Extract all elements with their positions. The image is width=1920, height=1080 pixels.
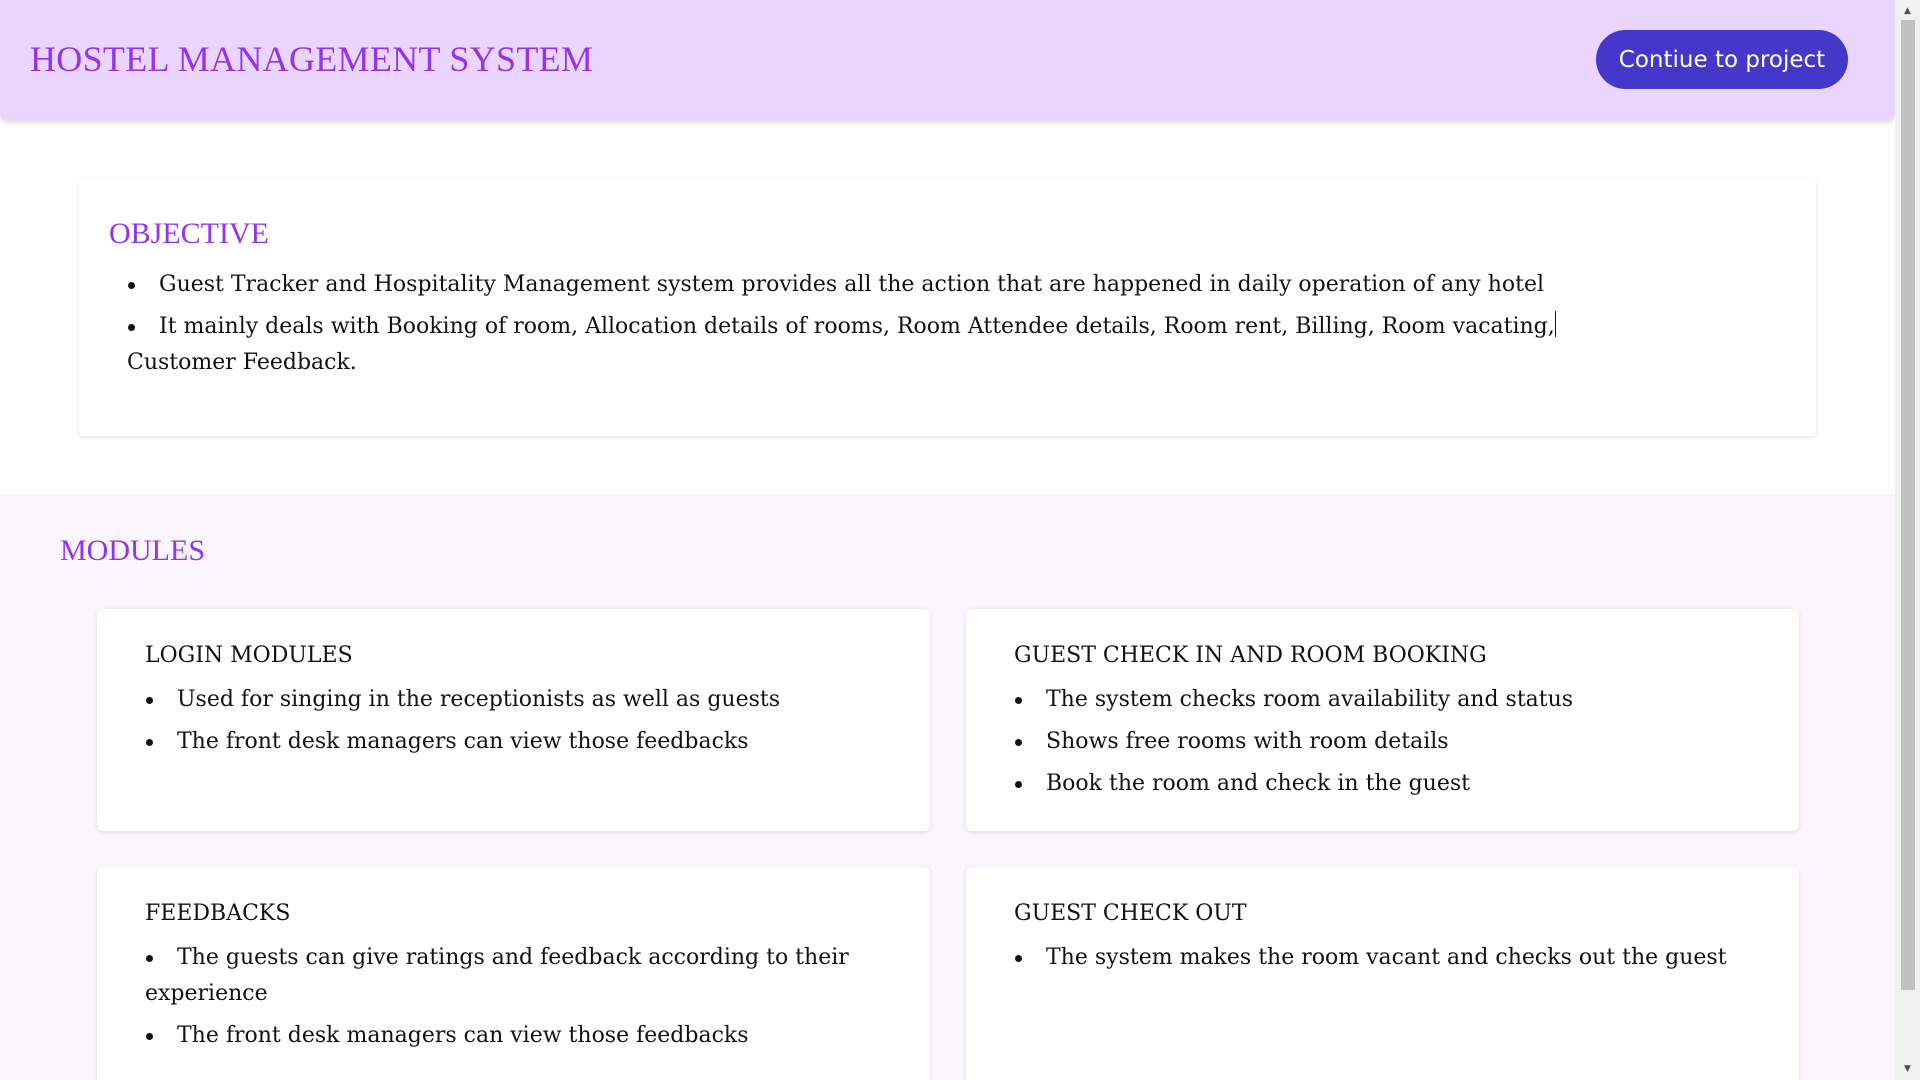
module-card-title: GUEST CHECK IN AND ROOM BOOKING <box>1014 643 1487 668</box>
bullet-icon <box>146 1033 153 1040</box>
bullet-icon <box>128 324 135 331</box>
module-card-list: The system checks room availability and … <box>1014 682 1751 802</box>
list-item: The system makes the room vacant and che… <box>1014 940 1751 976</box>
list-item: The front desk managers can view those f… <box>145 1018 882 1054</box>
bullet-icon <box>1015 781 1022 788</box>
module-card-check-in: GUEST CHECK IN AND ROOM BOOKING The syst… <box>966 609 1799 831</box>
list-item: Book the room and check in the guest <box>1014 766 1751 802</box>
objective-item: It mainly deals with Booking of room, Al… <box>109 309 1786 381</box>
objective-list: Guest Tracker and Hospitality Management… <box>109 267 1786 381</box>
page: HOSTEL MANAGEMENT SYSTEM Contiue to proj… <box>0 0 1895 1080</box>
module-card-login: LOGIN MODULES Used for singing in the re… <box>97 609 930 831</box>
list-item: The system checks room availability and … <box>1014 682 1751 718</box>
objective-item-continuation: Customer Feedback. <box>127 350 357 375</box>
module-card-list: The system makes the room vacant and che… <box>1014 940 1751 976</box>
text-caret <box>1554 311 1556 337</box>
module-card-check-out: GUEST CHECK OUT The system makes the roo… <box>966 867 1799 1080</box>
bullet-icon <box>146 739 153 746</box>
list-item-text: The system makes the room vacant and che… <box>1046 945 1727 970</box>
list-item-text: The system checks room availability and … <box>1046 687 1574 712</box>
module-card-title: LOGIN MODULES <box>145 643 353 668</box>
bullet-icon <box>1015 739 1022 746</box>
objective-item: Guest Tracker and Hospitality Management… <box>109 267 1786 303</box>
list-item-text: The guests can give ratings and feedback… <box>145 945 849 1006</box>
bullet-icon <box>1015 697 1022 704</box>
list-item-text: Used for singing in the receptionists as… <box>177 687 781 712</box>
module-card-list: Used for singing in the receptionists as… <box>145 682 882 760</box>
scroll-down-icon[interactable]: ▼ <box>1895 1060 1920 1078</box>
module-card-list: The guests can give ratings and feedback… <box>145 940 882 1054</box>
bullet-icon <box>146 697 153 704</box>
module-card-feedbacks: FEEDBACKS The guests can give ratings an… <box>97 867 930 1080</box>
list-item: The guests can give ratings and feedback… <box>145 940 882 1012</box>
module-card-title: GUEST CHECK OUT <box>1014 901 1247 926</box>
list-item-text: The front desk managers can view those f… <box>177 1023 749 1048</box>
bullet-icon <box>128 282 135 289</box>
site-title: HOSTEL MANAGEMENT SYSTEM <box>30 39 594 79</box>
list-item-text: The front desk managers can view those f… <box>177 729 749 754</box>
bullet-icon <box>1015 955 1022 962</box>
top-header: HOSTEL MANAGEMENT SYSTEM Contiue to proj… <box>0 0 1895 120</box>
scroll-thumb[interactable] <box>1901 20 1915 990</box>
scroll-up-icon[interactable]: ▲ <box>1895 2 1920 20</box>
module-card-title: FEEDBACKS <box>145 901 291 926</box>
list-item: Used for singing in the receptionists as… <box>145 682 882 718</box>
list-item: Shows free rooms with room details <box>1014 724 1751 760</box>
list-item: The front desk managers can view those f… <box>145 724 882 760</box>
list-item-text: Shows free rooms with room details <box>1046 729 1449 754</box>
modules-section: MODULES LOGIN MODULES Used for singing i… <box>0 494 1895 1080</box>
list-item-text: Book the room and check in the guest <box>1046 771 1471 796</box>
bullet-icon <box>146 955 153 962</box>
objective-card: OBJECTIVE Guest Tracker and Hospitality … <box>79 179 1816 436</box>
continue-to-project-button[interactable]: Contiue to project <box>1596 30 1848 89</box>
vertical-scrollbar[interactable]: ▲ ▼ <box>1895 0 1920 1080</box>
modules-title: MODULES <box>60 534 206 567</box>
objective-title: OBJECTIVE <box>109 217 269 250</box>
objective-item-text: It mainly deals with Booking of room, Al… <box>159 314 1555 339</box>
objective-item-text: Guest Tracker and Hospitality Management… <box>159 272 1545 297</box>
